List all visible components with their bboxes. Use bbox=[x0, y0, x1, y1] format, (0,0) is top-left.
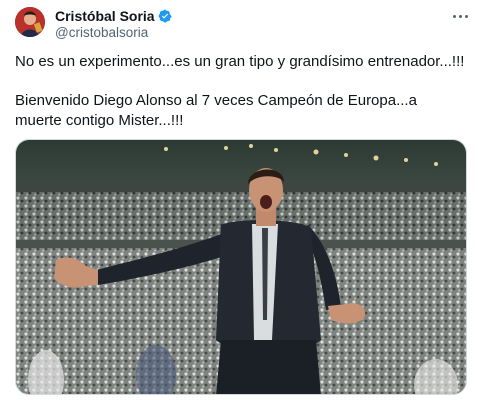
author-name-row: Cristóbal Soria bbox=[55, 7, 172, 25]
photo-coach-celebrating bbox=[16, 140, 466, 394]
author-avatar[interactable] bbox=[15, 7, 45, 37]
tweet-text-line-1: No es un experimento...es un gran tipo y… bbox=[15, 53, 465, 70]
tweet-media-photo[interactable] bbox=[15, 139, 467, 395]
tweet-text-line-2: Bienvenido Diego Alonso al 7 veces Campe… bbox=[15, 92, 417, 129]
more-options-icon[interactable] bbox=[446, 6, 474, 26]
tweet-card[interactable]: Cristóbal Soria @cristobalsoria No es un… bbox=[0, 0, 478, 400]
verified-badge-icon bbox=[158, 9, 172, 23]
author-handle[interactable]: @cristobalsoria bbox=[55, 25, 148, 40]
tweet-text: No es un experimento...es un gran tipo y… bbox=[15, 52, 465, 131]
avatar-image bbox=[15, 7, 45, 37]
author-display-name[interactable]: Cristóbal Soria bbox=[55, 8, 155, 24]
